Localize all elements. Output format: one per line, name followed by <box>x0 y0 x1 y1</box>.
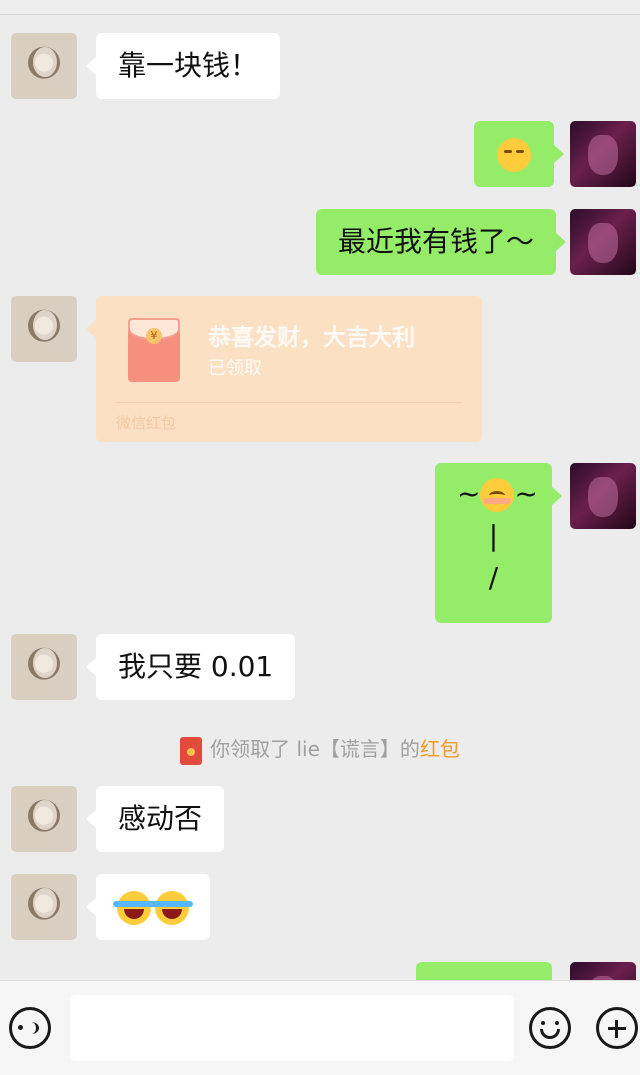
contact-avatar[interactable] <box>11 296 77 362</box>
red-packet-small-icon <box>180 736 203 765</box>
plus-icon[interactable] <box>596 1007 638 1049</box>
red-packet-footer: 微信红包 <box>116 414 177 432</box>
my-avatar[interactable] <box>570 121 636 187</box>
ascii-art-line-1: ~ ~ <box>457 477 538 512</box>
message-input[interactable] <box>70 995 514 1061</box>
ascii-art-line-3: / <box>488 561 499 594</box>
message-text: 最近我有钱了～ <box>338 225 535 258</box>
red-packet-title: 恭喜发财，大吉大利 <box>208 325 415 351</box>
smirk-emoji-icon <box>497 138 531 172</box>
my-avatar[interactable] <box>570 463 636 529</box>
tears-of-joy-emoji-icon <box>113 891 155 925</box>
incoming-message[interactable]: 我只要 0.01 <box>85 634 296 700</box>
contact-avatar[interactable] <box>11 874 77 940</box>
red-packet-link[interactable]: 红包 <box>420 737 460 761</box>
red-packet-icon <box>128 318 180 382</box>
outgoing-message-partial[interactable] <box>416 962 552 980</box>
contact-avatar[interactable] <box>11 33 77 99</box>
outgoing-message[interactable] <box>474 121 564 187</box>
contact-avatar[interactable] <box>11 786 77 852</box>
incoming-message[interactable] <box>86 874 210 940</box>
chat-area[interactable]: 靠一块钱！ 最近我有钱了～ 恭喜发财，大吉大利 已领取 微信红包 ~~ | / … <box>0 15 640 980</box>
top-divider <box>0 0 640 15</box>
my-avatar[interactable] <box>570 962 636 980</box>
emoji-icon[interactable] <box>529 1007 571 1049</box>
system-notice: 你领取了 lie【谎言】的红包 <box>0 733 640 765</box>
system-notice-text: 你领取了 lie【谎言】的 <box>210 737 420 761</box>
voice-icon[interactable] <box>9 1007 51 1049</box>
red-packet-card[interactable]: 恭喜发财，大吉大利 已领取 微信红包 <box>86 296 482 442</box>
outgoing-message[interactable]: ~ ~ | / <box>435 463 562 623</box>
ascii-art-line-2: | <box>488 519 499 552</box>
contact-avatar[interactable] <box>11 634 77 700</box>
incoming-message[interactable]: 靠一块钱！ <box>85 33 281 99</box>
my-avatar[interactable] <box>570 209 636 275</box>
message-text: 感动否 <box>118 802 203 835</box>
blush-emoji-icon <box>480 478 515 512</box>
message-text: 我只要 0.01 <box>118 650 274 683</box>
outgoing-message[interactable]: 最近我有钱了～ <box>316 209 567 275</box>
tears-of-joy-emoji-icon <box>151 891 193 925</box>
red-packet-status: 已领取 <box>208 358 262 379</box>
incoming-message[interactable]: 感动否 <box>85 786 225 852</box>
message-text: 靠一块钱！ <box>118 49 259 82</box>
divider <box>116 402 462 403</box>
input-bar <box>0 980 640 1075</box>
